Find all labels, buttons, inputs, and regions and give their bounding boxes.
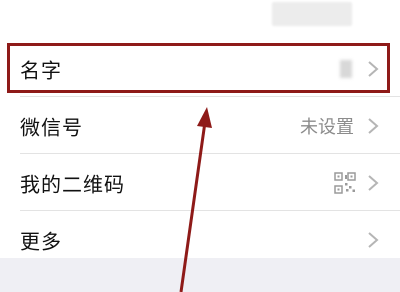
list-item-label: 名字 [20, 58, 62, 82]
list-item-qr-code[interactable]: 我的二维码 [0, 154, 400, 211]
list-item-wechat-id[interactable]: 微信号 未设置 [0, 97, 400, 154]
qr-code-icon [334, 171, 356, 194]
blurred-header-content [272, 2, 352, 26]
chevron-right-icon [368, 117, 379, 134]
list-item-name[interactable]: 名字 [0, 40, 400, 97]
chevron-right-icon [368, 60, 379, 77]
header-area [0, 0, 400, 40]
list-item-label: 微信号 [20, 115, 83, 139]
blurred-name-value [340, 59, 352, 78]
chevron-right-icon [368, 174, 379, 191]
list-item-label: 我的二维码 [20, 172, 125, 196]
list-item-label: 更多 [20, 229, 62, 253]
section-gap [0, 258, 400, 292]
profile-settings-list: 名字 微信号 未设置 我的二维码 更多 [0, 40, 400, 268]
chevron-right-icon [368, 231, 379, 248]
list-item-value: 未设置 [300, 116, 354, 138]
